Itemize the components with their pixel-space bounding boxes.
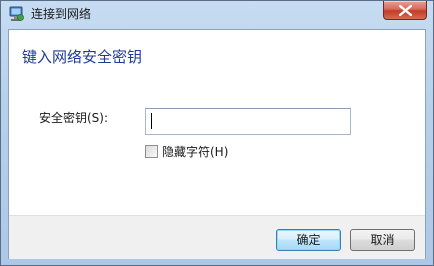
window-title: 连接到网络 (31, 7, 92, 21)
security-key-input[interactable] (145, 108, 351, 135)
text-caret (151, 113, 152, 129)
network-connect-icon (7, 5, 25, 23)
button-bar: 确定 取消 (9, 215, 425, 259)
close-icon (399, 5, 412, 16)
hide-characters-checkbox[interactable] (145, 145, 158, 158)
title-bar[interactable]: 连接到网络 (1, 1, 433, 29)
close-button[interactable] (383, 1, 427, 20)
page-title: 键入网络安全密钥 (22, 48, 143, 66)
connect-to-network-dialog: 连接到网络 键入网络安全密钥 安全密钥(S): 隐藏字符(H) 确定 取消 (0, 0, 434, 266)
cancel-button[interactable]: 取消 (350, 229, 415, 251)
ok-button[interactable]: 确定 (276, 229, 341, 251)
dialog-content: 键入网络安全密钥 安全密钥(S): 隐藏字符(H) 确定 取消 (8, 29, 426, 259)
hide-characters-label[interactable]: 隐藏字符(H) (162, 144, 228, 160)
security-key-label: 安全密钥(S): (39, 111, 109, 125)
